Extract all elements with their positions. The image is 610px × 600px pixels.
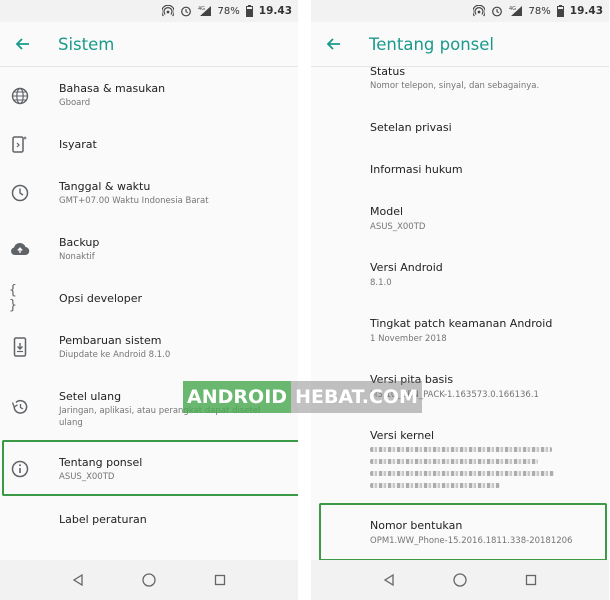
blurred-text bbox=[370, 483, 500, 488]
item-label: Model bbox=[370, 205, 404, 218]
list-item-tanggal[interactable]: Tanggal & waktu GMT+07.00 Waktu Indonesi… bbox=[0, 178, 298, 212]
watermark-part1: ANDROID bbox=[183, 381, 292, 413]
restore-icon bbox=[9, 396, 31, 418]
list-item-status[interactable]: Status Nomor telepon, sinyal, dan sebaga… bbox=[311, 64, 609, 94]
item-label: Tentang ponsel bbox=[59, 456, 143, 469]
item-sub: OPM1.WW_Phone-15.2016.1811.338-20181206 bbox=[370, 536, 573, 546]
signal-4g-icon: 4G bbox=[198, 5, 212, 17]
nav-home-icon[interactable] bbox=[142, 573, 156, 587]
svg-text:4G: 4G bbox=[198, 6, 205, 12]
list-item-label-peraturan[interactable]: Label peraturan bbox=[0, 508, 298, 536]
back-button[interactable] bbox=[2, 22, 42, 66]
alarm-icon bbox=[180, 5, 192, 17]
item-label: Tanggal & waktu bbox=[59, 180, 151, 193]
blurred-text bbox=[370, 447, 552, 452]
nav-recents-icon[interactable] bbox=[214, 574, 226, 586]
navigation-bar bbox=[0, 560, 298, 600]
item-sub: ASUS_X00TD bbox=[59, 472, 115, 482]
list-item-pembaruan[interactable]: Pembaruan sistem Diupdate ke Android 8.1… bbox=[0, 332, 298, 366]
battery-icon bbox=[556, 5, 564, 17]
blurred-text bbox=[370, 471, 554, 476]
nav-back-icon[interactable] bbox=[383, 574, 395, 586]
list-item-versi-kernel[interactable]: Versi kernel bbox=[311, 428, 609, 494]
system-update-icon bbox=[9, 336, 31, 358]
gesture-phone-icon bbox=[9, 133, 31, 155]
item-label: Status bbox=[370, 65, 406, 78]
back-arrow-icon bbox=[15, 38, 29, 50]
signal-4g-icon: 4G bbox=[509, 5, 523, 17]
item-sub-line2: ulang bbox=[59, 418, 83, 428]
list-item-setelan-privasi[interactable]: Setelan privasi bbox=[311, 119, 609, 143]
list-item-informasi-hukum[interactable]: Informasi hukum bbox=[311, 161, 609, 185]
list-item-model[interactable]: Model ASUS_X00TD bbox=[311, 204, 609, 238]
status-time: 19.43 bbox=[569, 5, 603, 17]
battery-percent: 78% bbox=[528, 5, 551, 17]
nav-back-icon[interactable] bbox=[72, 574, 84, 586]
item-label: Tingkat patch keamanan Android bbox=[370, 317, 553, 330]
item-label: Opsi developer bbox=[59, 292, 143, 305]
item-label: Setel ulang bbox=[59, 390, 122, 403]
list-item-patch-keamanan[interactable]: Tingkat patch keamanan Android 1 Novembe… bbox=[311, 316, 609, 350]
nav-recents-icon[interactable] bbox=[525, 574, 537, 586]
item-label: Setelan privasi bbox=[370, 121, 452, 134]
item-sub: Nomor telepon, sinyal, dan sebagainya. bbox=[370, 81, 540, 91]
item-label: Versi kernel bbox=[370, 429, 435, 442]
battery-icon bbox=[245, 5, 253, 17]
item-sub: ASUS_X00TD bbox=[370, 222, 426, 232]
item-label: Bahasa & masukan bbox=[59, 82, 166, 95]
page-title: Sistem bbox=[58, 34, 115, 54]
app-bar: Tentang ponsel bbox=[311, 22, 609, 67]
item-label: Label peraturan bbox=[59, 513, 147, 526]
list-item-versi-android[interactable]: Versi Android 8.1.0 bbox=[311, 260, 609, 294]
list-item-opsi-developer[interactable]: { } Opsi developer bbox=[0, 283, 298, 313]
item-label: Backup bbox=[59, 236, 100, 249]
item-sub: Nonaktif bbox=[59, 252, 95, 262]
item-sub: 1 November 2018 bbox=[370, 334, 447, 344]
list-item-isyarat[interactable]: Isyarat bbox=[0, 130, 298, 158]
alarm-icon bbox=[491, 5, 503, 17]
screen-divider bbox=[298, 0, 311, 600]
tentang-ponsel-screen: 4G 78% 19.43 Tentang ponsel Status Nomor… bbox=[311, 0, 609, 600]
hotspot-icon bbox=[472, 5, 485, 17]
list-item-backup[interactable]: Backup Nonaktif bbox=[0, 234, 298, 268]
blurred-text bbox=[370, 459, 538, 464]
item-label: Pembaruan sistem bbox=[59, 334, 162, 347]
back-button[interactable] bbox=[313, 22, 353, 66]
app-bar: Sistem bbox=[0, 22, 298, 67]
watermark-logo: ANDROID HEBAT.COM bbox=[183, 381, 422, 413]
item-label: Versi Android bbox=[370, 261, 443, 274]
list-item-bahasa[interactable]: Bahasa & masukan Gboard bbox=[0, 80, 298, 114]
list-item-nomor-bentukan[interactable]: Nomor bentukan OPM1.WW_Phone-15.2016.181… bbox=[311, 518, 609, 552]
status-bar: 4G 78% 19.43 bbox=[311, 0, 609, 22]
page-title: Tentang ponsel bbox=[369, 34, 494, 54]
watermark-part2: HEBAT.COM bbox=[291, 381, 422, 413]
info-icon bbox=[9, 458, 31, 480]
item-sub: GMT+07.00 Waktu Indonesia Barat bbox=[59, 196, 209, 206]
svg-text:4G: 4G bbox=[509, 6, 516, 12]
hotspot-icon bbox=[161, 5, 174, 17]
globe-icon bbox=[9, 85, 31, 107]
back-arrow-icon bbox=[326, 38, 340, 50]
item-sub: 8.1.0 bbox=[370, 278, 392, 288]
item-label: Informasi hukum bbox=[370, 163, 463, 176]
item-label: Isyarat bbox=[59, 138, 97, 151]
battery-percent: 78% bbox=[217, 5, 240, 17]
status-time: 19.43 bbox=[258, 5, 292, 17]
item-sub: Gboard bbox=[59, 98, 91, 108]
item-label: Nomor bentukan bbox=[370, 519, 463, 532]
cloud-upload-icon bbox=[9, 238, 31, 260]
list-item-tentang-ponsel[interactable]: Tentang ponsel ASUS_X00TD bbox=[0, 453, 298, 487]
sistem-screen: 4G 78% 19.43 Sistem Bahasa & masukan Gbo… bbox=[0, 0, 298, 600]
braces-icon: { } bbox=[9, 283, 17, 313]
item-sub: Diupdate ke Android 8.1.0 bbox=[59, 350, 171, 360]
nav-home-icon[interactable] bbox=[453, 573, 467, 587]
clock-icon bbox=[9, 182, 31, 204]
navigation-bar bbox=[311, 560, 609, 600]
status-bar: 4G 78% 19.43 bbox=[0, 0, 298, 22]
